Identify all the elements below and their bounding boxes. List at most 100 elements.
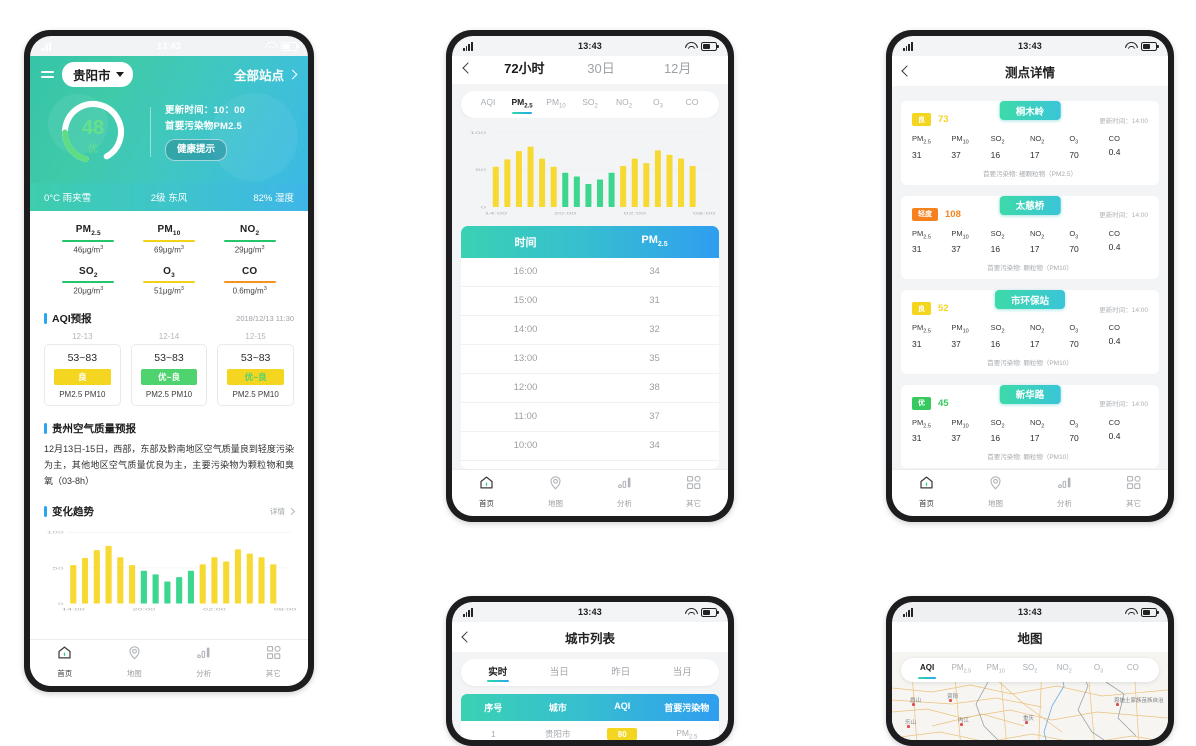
nav-item-其它[interactable]: 其它 [1099, 475, 1168, 509]
nav-item-分析[interactable]: 分析 [169, 645, 239, 679]
battery-icon [701, 607, 719, 617]
nav-item-地图[interactable]: 地图 [100, 645, 170, 679]
status-bar: 13:43 [892, 36, 1168, 56]
map-tab-SO2[interactable]: SO2 [1013, 663, 1047, 678]
station-card[interactable]: 太慈桥 轻度 108 更新时间：14:00 PM2.5 31 PM10 37 S… [901, 195, 1159, 279]
station-param: SO2 16 [991, 418, 1030, 444]
param-value: 70 [1069, 244, 1079, 254]
map-tab-AQI[interactable]: AQI [910, 663, 944, 678]
wifi-icon [265, 42, 276, 50]
nav-item-首页[interactable]: 首页 [892, 475, 961, 509]
nav-item-其它[interactable]: 其它 [239, 645, 309, 679]
param-value: 37 [951, 149, 961, 160]
station-name: 太慈桥 [999, 195, 1061, 215]
station-card[interactable]: 桐木岭 良 73 更新时间：14:00 PM2.5 31 PM10 37 SO2… [901, 101, 1159, 185]
city-table: 序号 城市 AQI 首要污染物 1 贵阳市 80 PM2.5 [461, 694, 719, 740]
param-value: 31 [912, 244, 922, 254]
pollutant-level-bar [223, 281, 276, 284]
pollutant-tab-PM10[interactable]: PM10 [539, 97, 573, 113]
grid-icon [1126, 475, 1141, 495]
station-primary-pollutant: 首要污染物: 细颗粒物（PM2.5） [983, 170, 1077, 178]
station-name: 新华路 [999, 384, 1061, 404]
station-card[interactable]: 新华路 优 45 更新时间：14:00 PM2.5 31 PM10 37 SO2… [901, 384, 1159, 468]
bar-chart-icon [617, 475, 633, 495]
pollutant-tab-O3[interactable]: O3 [641, 97, 675, 113]
swap-icon[interactable] [41, 69, 54, 80]
home-icon [919, 475, 934, 495]
svg-text:50: 50 [475, 168, 486, 172]
page-title: 地图 [1017, 631, 1043, 646]
pollutant-name: O3 [163, 265, 175, 279]
nav-item-其它[interactable]: 其它 [659, 475, 728, 509]
pollutant-tab-PM2.5[interactable]: PM2.5 [505, 97, 539, 113]
back-icon[interactable] [462, 61, 474, 74]
pollutant-value: 0.6mg/m3 [232, 286, 267, 297]
station-primary-pollutant: 首要污染物: 颗粒物（PM10） [987, 359, 1073, 367]
forecast-timestamp: 2018/12/13 11:30 [236, 314, 294, 324]
nav-item-地图[interactable]: 地图 [521, 475, 590, 509]
map-tab-PM10[interactable]: PM10 [979, 663, 1013, 678]
forecast-card[interactable]: 53~83 优~良 PM2.5 PM10 [130, 344, 208, 407]
all-sites-link[interactable]: 全部站点 [233, 65, 298, 84]
section-accent-bar [44, 506, 47, 518]
city-selector[interactable]: 贵阳市 [62, 62, 133, 87]
param-name: PM2.5 [912, 417, 931, 430]
pollutant-value: 20μg/m3 [73, 286, 104, 297]
cell-value: 38 [649, 382, 660, 394]
battery-icon [1141, 607, 1159, 617]
city-tab-实时[interactable]: 实时 [467, 664, 529, 681]
map-tab-NO2[interactable]: NO2 [1047, 663, 1081, 678]
nav-item-地图[interactable]: 地图 [961, 475, 1030, 509]
param-value: 16 [990, 433, 1001, 443]
station-aqi: 108 [945, 208, 961, 220]
map-tab-CO[interactable]: CO [1116, 663, 1150, 678]
map-canvas[interactable]: 眉山 资阳 乐山 内江 重庆 恩施土家族苗族自治 AQI PM2.5 PM10 … [892, 652, 1168, 740]
map-pin-icon [548, 475, 563, 495]
pollutant-tab-NO2[interactable]: NO2 [607, 97, 641, 113]
param-value: 0.4 [1108, 241, 1121, 252]
forecast-card[interactable]: 53~83 良 PM2.5 PM10 [44, 344, 121, 407]
trend-chart: 0 50 100 14:00 20:00 02:00 08:00 [42, 527, 296, 615]
nav-item-分析[interactable]: 分析 [1030, 475, 1099, 509]
station-param: SO2 16 [991, 134, 1030, 160]
pollutant-tab-CO[interactable]: CO [675, 97, 709, 113]
city-tab-当日[interactable]: 当日 [529, 664, 591, 681]
tab-72h[interactable]: 72小时 [486, 58, 563, 77]
param-name: SO2 [990, 134, 1005, 146]
nav-item-分析[interactable]: 分析 [590, 475, 659, 509]
table-row[interactable]: 1 贵阳市 80 PM2.5 [461, 721, 719, 740]
map-city-label: 重庆 [1023, 716, 1035, 722]
tab-12m[interactable]: 12月 [639, 58, 716, 77]
tab-30d[interactable]: 30日 [563, 58, 640, 77]
city-period-tabs: 实时 当日 昨日 当月 [461, 659, 719, 686]
pollutant-tab-SO2[interactable]: SO2 [573, 97, 607, 113]
forecast-card[interactable]: 53~83 优~良 PM2.5 PM10 [217, 344, 294, 407]
nav-item-label: 首页 [479, 499, 494, 508]
param-name: SO2 [990, 323, 1005, 335]
pollutant-name: SO2 [78, 265, 98, 279]
bottom-nav: 首页 地图 分析 其它 [30, 639, 308, 686]
report-title: 贵州空气质量预报 [52, 423, 136, 436]
param-name: CO [1108, 134, 1120, 143]
all-sites-label: 全部站点 [233, 69, 284, 83]
report-header: 贵州空气质量预报 [30, 418, 308, 442]
nav-item-首页[interactable]: 首页 [452, 475, 521, 509]
pollutant-tab-AQI[interactable]: AQI [471, 97, 505, 113]
weather-humidity: 82% 湿度 [253, 193, 294, 204]
trend-detail-link[interactable]: 详情 [270, 506, 296, 517]
city-tab-昨日[interactable]: 昨日 [590, 664, 652, 681]
pollutant-card: PM10 69μg/m3 [129, 224, 210, 255]
health-tip-button[interactable]: 健康提示 [165, 139, 228, 161]
period-tabs: 72小时 30日 12月 [452, 56, 728, 84]
station-param: CO 0.4 [1109, 323, 1148, 349]
station-card[interactable]: 市环保站 良 52 更新时间：14:00 PM2.5 31 PM10 37 SO… [901, 290, 1159, 374]
map-tab-PM2.5[interactable]: PM2.5 [944, 663, 978, 678]
battery-icon [281, 41, 299, 51]
map-tab-O3[interactable]: O3 [1081, 663, 1115, 678]
nav-item-首页[interactable]: 首页 [30, 645, 100, 679]
page-header: 测点详情 [892, 56, 1168, 86]
city-tab-当月[interactable]: 当月 [652, 664, 714, 681]
svg-text:50: 50 [52, 566, 63, 570]
param-name: PM10 [951, 323, 969, 335]
chevron-right-icon [287, 508, 296, 516]
